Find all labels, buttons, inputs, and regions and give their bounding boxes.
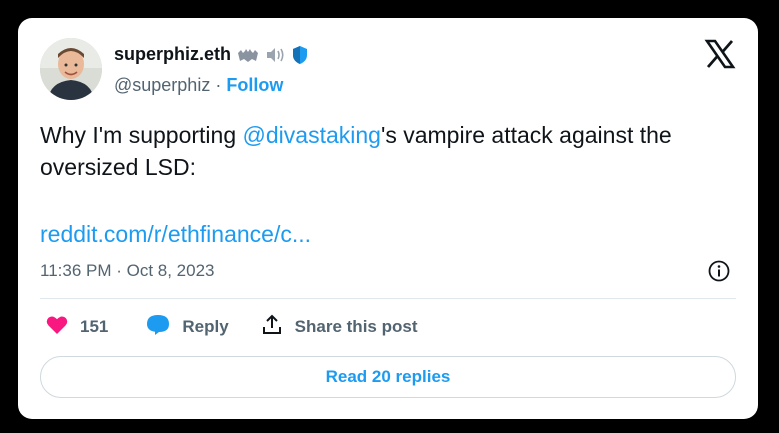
tweet-text-before: Why I'm supporting [40, 122, 243, 148]
like-count: 151 [80, 317, 109, 336]
mention-link[interactable]: @divastaking [243, 122, 381, 148]
tweet-card: superphiz.eth @superphiz · Follow Why I'… [18, 18, 758, 419]
tweet-text: Why I'm supporting @divastaking's vampir… [40, 119, 740, 183]
heart-icon [46, 315, 68, 340]
handle[interactable]: @superphiz [114, 75, 210, 96]
share-icon [261, 314, 283, 341]
reply-button[interactable]: Reply [146, 314, 229, 341]
read-replies-button[interactable]: Read 20 replies [40, 356, 736, 398]
info-icon[interactable] [708, 260, 730, 282]
name-row: superphiz.eth [114, 44, 309, 65]
divider [40, 298, 736, 299]
speaker-emoji-icon [265, 47, 285, 63]
avatar-image [40, 38, 102, 100]
avatar[interactable] [40, 38, 102, 100]
share-label: Share this post [294, 317, 418, 336]
bat-emoji-icon [237, 47, 259, 63]
display-name[interactable]: superphiz.eth [114, 44, 231, 65]
x-logo-icon[interactable] [704, 38, 736, 70]
like-button[interactable]: 151 [46, 315, 108, 340]
reply-bubble-icon [146, 314, 170, 341]
handle-row: @superphiz · Follow [114, 75, 283, 96]
read-replies-label: Read 20 replies [325, 367, 451, 386]
reply-label: Reply [182, 317, 229, 336]
share-button[interactable]: Share this post [261, 314, 418, 341]
follow-button[interactable]: Follow [226, 75, 283, 96]
actions-bar: 151 Reply Share this post [40, 313, 417, 341]
timestamp[interactable]: 11:36 PM · Oct 8, 2023 [40, 261, 215, 281]
separator: · [215, 75, 222, 95]
verified-shield-icon [291, 45, 309, 65]
tweet-link[interactable]: reddit.com/r/ethfinance/c... [40, 218, 311, 250]
